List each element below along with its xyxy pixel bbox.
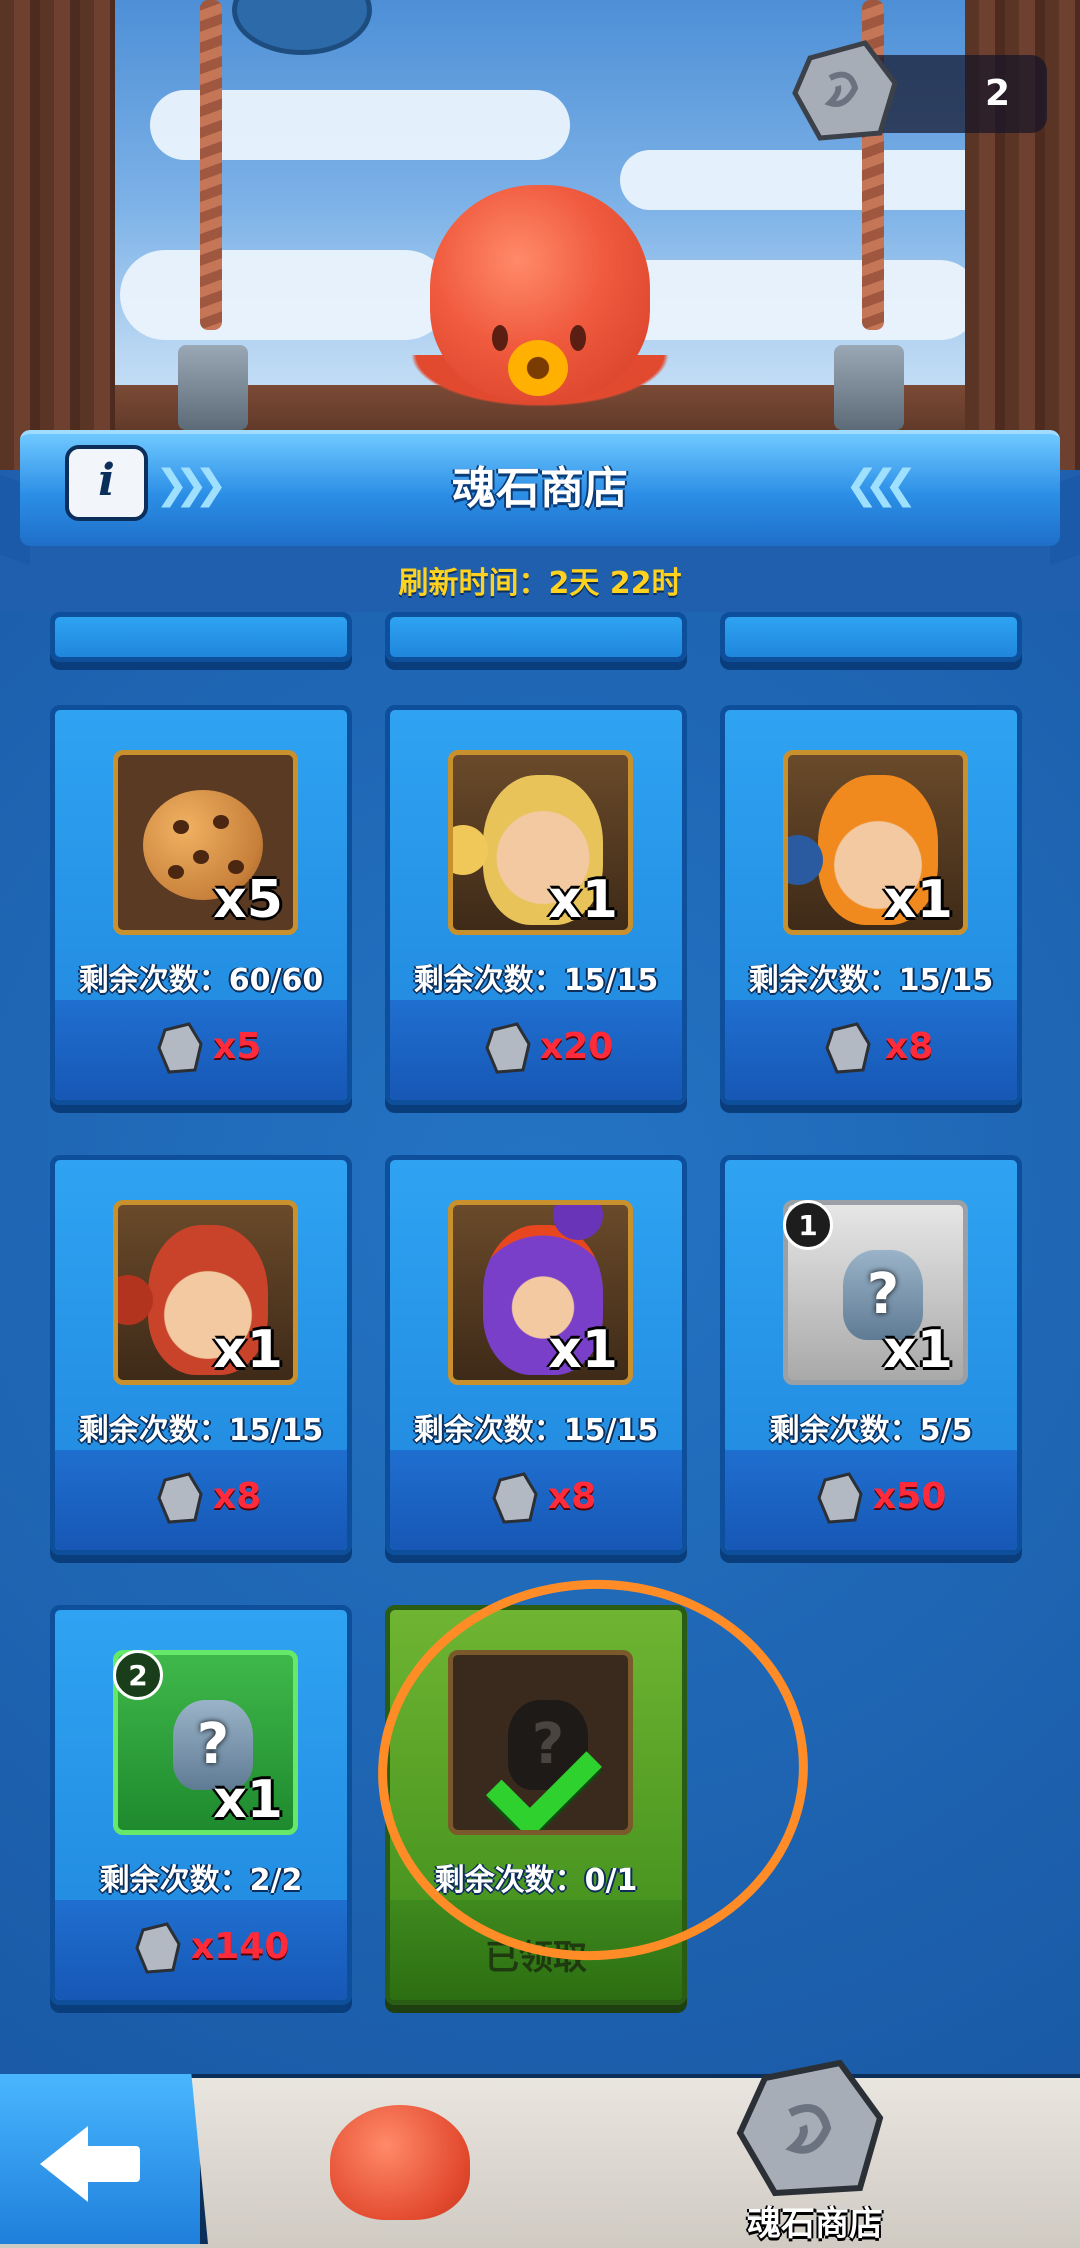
shop-item-card[interactable]: ? x1 1 剩余次数：5/5 x50: [720, 1155, 1022, 1555]
remaining-count: 剩余次数：2/2: [99, 1863, 303, 1898]
remaining-count: 剩余次数：15/15: [413, 963, 659, 998]
price-value: x20: [540, 1026, 614, 1067]
soul-stone-icon: [485, 1022, 531, 1074]
shop-item-card-partial[interactable]: [720, 612, 1022, 662]
remaining-count: 剩余次数：15/15: [748, 963, 994, 998]
soul-stone-icon: [157, 1472, 203, 1524]
price-value: x5: [213, 1026, 262, 1067]
hero-purple-ninja-puzzle-icon: x1: [448, 1200, 633, 1385]
puzzle-tab: [118, 1275, 153, 1325]
shop-item-card[interactable]: x1 剩余次数：15/15 x20: [385, 705, 687, 1105]
cloud: [620, 150, 1000, 210]
shop-nav-label: 魂石商店: [747, 2204, 883, 2244]
item-quantity: x1: [213, 1320, 283, 1380]
refresh-timer: 刷新时间：2天 22时: [398, 566, 682, 601]
item-quantity: x1: [883, 870, 953, 930]
cookie-icon: x5: [113, 750, 298, 935]
price-value: x50: [873, 1476, 947, 1517]
puzzle-tab: [788, 835, 823, 885]
soul-stone-icon: [825, 1022, 871, 1074]
chip: [173, 820, 189, 834]
octopus-nav-icon[interactable]: [330, 2105, 470, 2220]
buy-button[interactable]: x140: [55, 1900, 347, 2000]
buy-button[interactable]: x5: [55, 1000, 347, 1100]
buy-button[interactable]: x8: [390, 1450, 682, 1550]
remaining-count: 剩余次数：5/5: [769, 1413, 973, 1448]
octopus-eye: [570, 325, 586, 351]
soul-stone-icon: [817, 1472, 863, 1524]
rope-bracket: [834, 345, 904, 430]
item-quantity: x1: [883, 1320, 953, 1380]
shop-item-card[interactable]: x5 剩余次数：60/60 x5: [50, 705, 352, 1105]
shop-item-card-partial[interactable]: [385, 612, 687, 662]
remaining-count: 剩余次数：15/15: [413, 1413, 659, 1448]
octopus-pet-icon[interactable]: [430, 185, 650, 400]
chip: [193, 850, 209, 864]
buy-button[interactable]: x8: [55, 1450, 347, 1550]
shop-item-card[interactable]: x1 剩余次数：15/15 x8: [720, 705, 1022, 1105]
remaining-count: 剩余次数：60/60: [78, 963, 324, 998]
price-value: x8: [213, 1476, 262, 1517]
back-arrow-shaft: [82, 2146, 140, 2182]
item-quantity: x5: [213, 870, 283, 930]
puzzle-tab: [453, 825, 488, 875]
buy-button[interactable]: x50: [725, 1450, 1017, 1550]
buy-button[interactable]: x8: [725, 1000, 1017, 1100]
remaining-count: 剩余次数：15/15: [78, 1413, 324, 1448]
page-title: 魂石商店: [452, 463, 628, 514]
price-value: x140: [191, 1926, 290, 1967]
octopus-mouth: [508, 340, 568, 396]
item-quantity: x1: [213, 1770, 283, 1830]
shop-item-card[interactable]: ? x1 2 剩余次数：2/2 x140: [50, 1605, 352, 2005]
chip: [168, 865, 184, 879]
soul-stone-icon: [492, 1472, 538, 1524]
level-badge: 1: [783, 1200, 833, 1250]
soul-stone-icon: [792, 40, 898, 141]
shop-item-card[interactable]: x1 剩余次数：15/15 x8: [50, 1155, 352, 1555]
hero-orange-hood-puzzle-icon: x1: [783, 750, 968, 935]
back-arrow-icon: [40, 2126, 88, 2202]
cloud: [120, 250, 450, 340]
price-value: x8: [885, 1026, 934, 1067]
price-value: x8: [548, 1476, 597, 1517]
chip: [213, 815, 229, 829]
soul-stone-icon: [135, 1922, 181, 1974]
soul-stone-shop-nav-icon[interactable]: [735, 2058, 885, 2198]
buy-button[interactable]: x20: [390, 1000, 682, 1100]
back-button[interactable]: [0, 2074, 208, 2244]
pet-badge-icon: [232, 0, 372, 55]
soul-stone-icon: [157, 1022, 203, 1074]
hero-blonde-puzzle-icon: x1: [448, 750, 633, 935]
shop-item-card[interactable]: x1 剩余次数：15/15 x8: [385, 1155, 687, 1555]
item-quantity: x1: [548, 1320, 618, 1380]
rope: [200, 0, 222, 330]
shop-item-card-partial[interactable]: [50, 612, 352, 662]
level-badge: 2: [113, 1650, 163, 1700]
octopus-eye: [492, 325, 508, 351]
hero-red-hair-puzzle-icon: x1: [113, 1200, 298, 1385]
wood-frame-left: [0, 0, 115, 470]
item-quantity: x1: [548, 870, 618, 930]
rope-bracket: [178, 345, 248, 430]
